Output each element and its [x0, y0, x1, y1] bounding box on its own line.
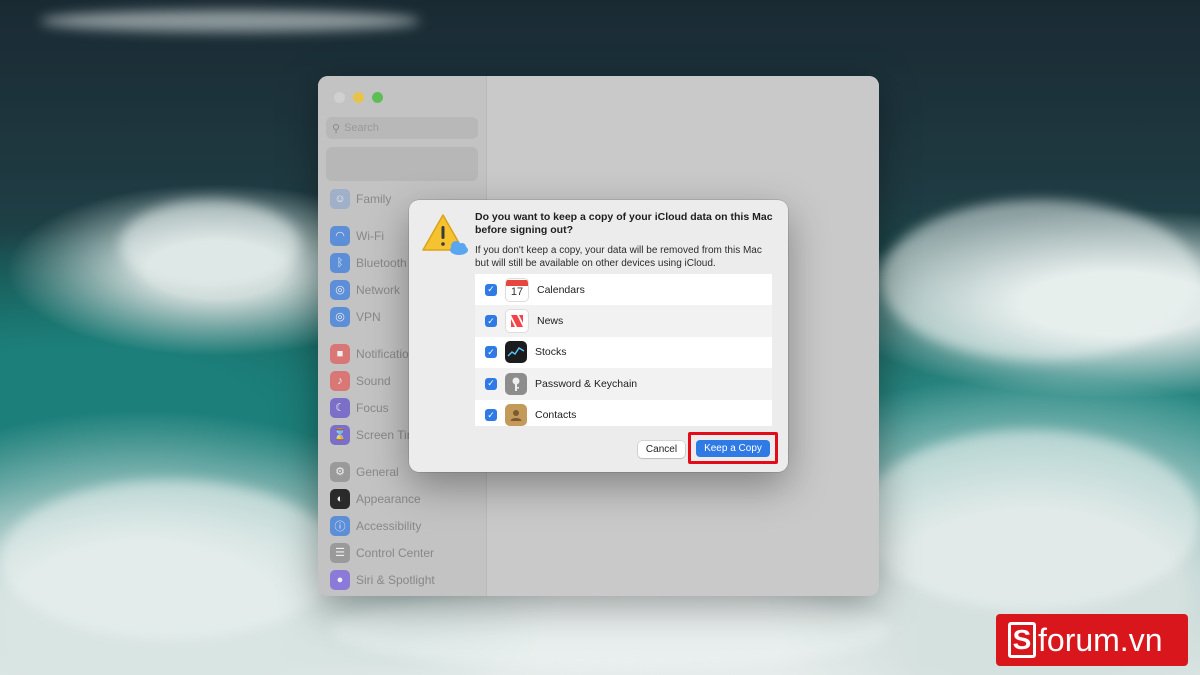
sidebar-item-label: Bluetooth	[356, 255, 407, 270]
wifi-icon: ◠	[330, 225, 350, 246]
list-item-contacts: ✓ Contacts	[475, 400, 772, 426]
wave-foam	[880, 200, 1200, 360]
password-keychain-checkbox[interactable]: ✓	[485, 377, 497, 390]
list-item-label: Stocks	[535, 346, 567, 359]
family-icon: ☺	[330, 188, 350, 209]
window-controls	[334, 92, 383, 103]
sidebar-item-label: Network	[356, 282, 401, 297]
wave-foam	[860, 430, 1200, 610]
search-input[interactable]: ⚲ Search	[326, 117, 478, 139]
appearance-icon: ◐	[330, 488, 350, 509]
list-item-calendars: ✓ 17 Calendars	[475, 274, 772, 305]
calendars-checkbox[interactable]: ✓	[485, 283, 497, 296]
highlight-box	[688, 432, 778, 464]
list-item-label: Password & Keychain	[535, 377, 638, 390]
wave-foam	[40, 10, 420, 32]
focus-icon: ☾	[330, 397, 350, 418]
accessibility-icon: ⓘ	[330, 515, 350, 536]
wave-foam	[0, 480, 340, 640]
sforum-logo: S forum.vn	[996, 614, 1188, 666]
vpn-icon: ◎	[330, 306, 350, 327]
sidebar-item-label: Wi-Fi	[356, 228, 384, 243]
control-center-icon: ☰	[330, 542, 350, 563]
list-item-password-keychain: ✓ Password & Keychain	[475, 368, 772, 400]
contacts-icon	[505, 404, 527, 426]
news-checkbox[interactable]: ✓	[485, 315, 497, 328]
list-item-news: ✓ News	[475, 305, 772, 337]
zoom-window-button[interactable]	[372, 92, 383, 103]
logo-text: forum.vn	[1038, 621, 1163, 658]
dialog-title: Do you want to keep a copy of your iClou…	[475, 211, 773, 236]
list-item-label: News	[537, 315, 564, 328]
news-icon	[505, 309, 529, 334]
sidebar-item-label: VPN	[356, 309, 381, 324]
stocks-checkbox[interactable]: ✓	[485, 346, 497, 359]
calendar-icon: 17	[505, 277, 529, 302]
contacts-checkbox[interactable]: ✓	[485, 409, 497, 422]
list-item-label: Calendars	[537, 283, 585, 296]
keychain-icon	[505, 372, 527, 395]
logo-letter: S	[1008, 622, 1036, 658]
cancel-button[interactable]: Cancel	[638, 441, 685, 458]
sidebar-item-appearance[interactable]: ◐ Appearance	[330, 485, 480, 512]
sidebar-item-label: Control Center	[356, 545, 435, 560]
data-category-list: ✓ 17 Calendars ✓ News ✓ Stocks ✓ Passwor…	[475, 274, 772, 426]
sidebar-item-label: Siri & Spotlight	[356, 572, 435, 587]
sidebar-item-label: Family	[356, 191, 392, 206]
sidebar-item-label: Sound	[356, 373, 391, 388]
wave-foam	[330, 590, 890, 670]
wave-foam	[120, 200, 300, 290]
sound-icon: ♪	[330, 370, 350, 391]
sidebar-item-label: Appearance	[356, 491, 421, 506]
list-item-stocks: ✓ Stocks	[475, 337, 772, 368]
dialog-message: If you don't keep a copy, your data will…	[475, 245, 762, 269]
stocks-icon	[505, 341, 527, 364]
sidebar-item-control-center[interactable]: ☰ Control Center	[330, 539, 480, 566]
sidebar-item-label: Accessibility	[356, 518, 422, 533]
screen-time-icon: ⌛	[330, 424, 350, 445]
siri-icon: ●	[330, 569, 350, 590]
sidebar-item-label: Focus	[356, 400, 389, 415]
apple-account-card[interactable]	[326, 147, 478, 181]
bluetooth-icon: ᛒ	[330, 252, 350, 273]
sidebar-item-label: General	[356, 464, 399, 479]
general-icon: ⚙	[330, 461, 350, 482]
search-icon: ⚲	[332, 122, 341, 135]
sidebar-item-siri-spotlight[interactable]: ● Siri & Spotlight	[330, 566, 480, 593]
warning-icloud-icon	[422, 214, 468, 255]
list-item-label: Contacts	[535, 409, 577, 422]
close-window-button[interactable]	[334, 92, 345, 103]
notifications-icon: ■	[330, 343, 350, 364]
network-icon: ◎	[330, 279, 350, 300]
sidebar-item-accessibility[interactable]: ⓘ Accessibility	[330, 512, 480, 539]
search-placeholder: Search	[344, 122, 379, 134]
minimize-window-button[interactable]	[353, 92, 364, 103]
